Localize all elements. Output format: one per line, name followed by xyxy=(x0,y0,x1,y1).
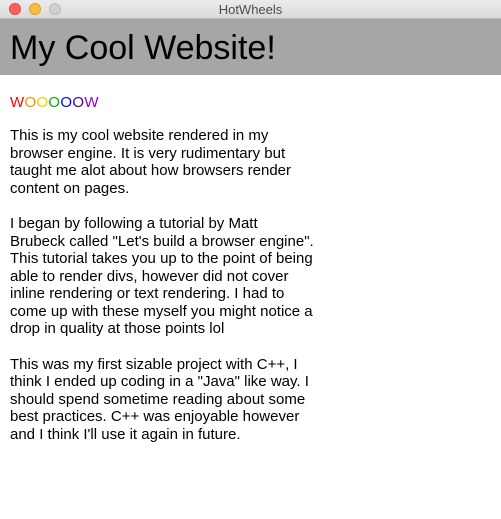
rainbow-letter: O xyxy=(36,94,49,111)
page-title: My Cool Website! xyxy=(10,29,276,67)
site-header: My Cool Website! xyxy=(0,19,501,75)
rainbow-letter: O xyxy=(24,94,37,111)
page-content: WOOOOOW This is my cool website rendered… xyxy=(10,94,315,461)
rainbow-letter: O xyxy=(60,94,73,111)
rainbow-letter: W xyxy=(84,94,99,111)
title-bar[interactable]: HotWheels xyxy=(0,0,501,19)
rainbow-letter: O xyxy=(72,94,85,111)
window-title: HotWheels xyxy=(218,2,283,17)
rainbow-text: WOOOOOW xyxy=(10,94,315,111)
app-window: HotWheels My Cool Website! WOOOOOW This … xyxy=(0,0,501,519)
paragraph-cpp: This was my first sizable project with C… xyxy=(10,355,309,443)
rainbow-letter: W xyxy=(10,94,25,111)
paragraph-intro: This is my cool website rendered in my b… xyxy=(10,127,291,197)
rainbow-letter: O xyxy=(48,94,61,111)
paragraph-tutorial: I began by following a tutorial by Matt … xyxy=(10,215,314,337)
